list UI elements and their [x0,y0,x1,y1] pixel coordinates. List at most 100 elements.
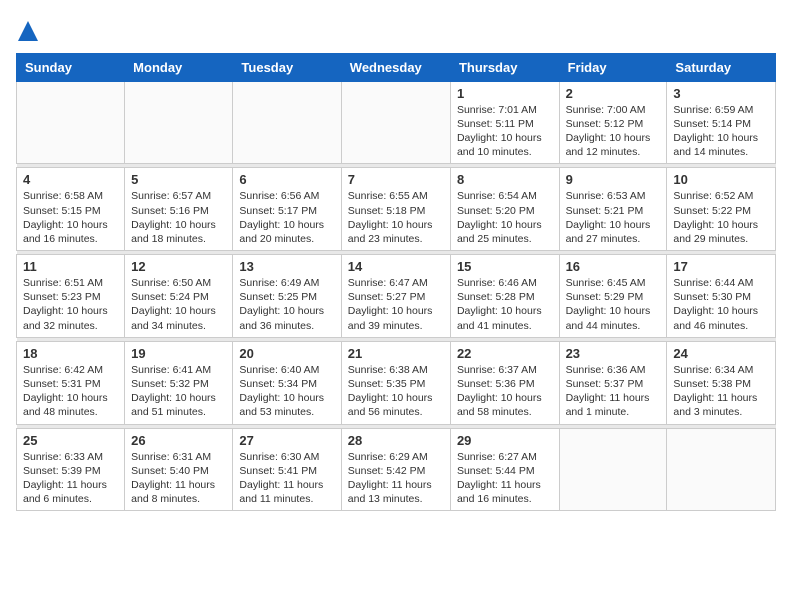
calendar-cell: 8 Sunrise: 6:54 AM Sunset: 5:20 PM Daylig… [450,168,559,251]
cell-info-text: Sunrise: 6:37 AM Sunset: 5:36 PM Dayligh… [457,363,553,420]
cell-info-text: Sunrise: 7:01 AM Sunset: 5:11 PM Dayligh… [457,103,553,160]
cell-day-number: 19 [131,346,226,361]
calendar-cell: 13Sunrise: 6:49 AM Sunset: 5:25 PM Dayli… [233,255,341,338]
cell-info-text: Sunrise: 6:27 AM Sunset: 5:44 PM Dayligh… [457,450,553,507]
cell-day-number: 7 [348,172,444,187]
calendar-cell: 26 Sunrise: 6:31 AM Sunset: 5:40 PM Dayli… [125,428,233,511]
cell-day-number: 4 [23,172,118,187]
cell-day-number: 5 [131,172,226,187]
day-header-sunday: Sunday [17,53,125,81]
cell-day-number: 24 [673,346,769,361]
calendar-cell: 6 Sunrise: 6:56 AM Sunset: 5:17 PM Daylig… [233,168,341,251]
calendar-cell: 7Sunrise: 6:55 AM Sunset: 5:18 PM Daylig… [341,168,450,251]
cell-info-text: Sunrise: 6:30 AM Sunset: 5:41 PM Dayligh… [239,450,334,507]
cell-day-number: 8 [457,172,553,187]
cell-day-number: 20 [239,346,334,361]
cell-day-number: 25 [23,433,118,448]
calendar-cell [667,428,776,511]
calendar-cell [233,81,341,164]
cell-info-text: Sunrise: 6:38 AM Sunset: 5:35 PM Dayligh… [348,363,444,420]
calendar-header-row: SundayMondayTuesdayWednesdayThursdayFrid… [17,53,776,81]
cell-day-number: 1 [457,86,553,101]
cell-day-number: 12 [131,259,226,274]
cell-day-number: 17 [673,259,769,274]
calendar-week-3: 11 Sunrise: 6:51 AM Sunset: 5:23 PM Dayli… [17,255,776,338]
cell-day-number: 3 [673,86,769,101]
calendar-cell: 15 Sunrise: 6:46 AM Sunset: 5:28 PM Dayli… [450,255,559,338]
cell-day-number: 29 [457,433,553,448]
day-header-wednesday: Wednesday [341,53,450,81]
cell-info-text: Sunrise: 6:52 AM Sunset: 5:22 PM Dayligh… [673,189,769,246]
cell-day-number: 15 [457,259,553,274]
cell-info-text: Sunrise: 6:41 AM Sunset: 5:32 PM Dayligh… [131,363,226,420]
calendar-cell: 3Sunrise: 6:59 AM Sunset: 5:14 PM Daylig… [667,81,776,164]
calendar-cell: 23 Sunrise: 6:36 AM Sunset: 5:37 PM Dayli… [559,341,667,424]
cell-info-text: Sunrise: 6:40 AM Sunset: 5:34 PM Dayligh… [239,363,334,420]
day-header-monday: Monday [125,53,233,81]
cell-info-text: Sunrise: 6:47 AM Sunset: 5:27 PM Dayligh… [348,276,444,333]
logo [16,16,38,41]
calendar-cell [559,428,667,511]
cell-day-number: 14 [348,259,444,274]
calendar-cell: 11 Sunrise: 6:51 AM Sunset: 5:23 PM Dayli… [17,255,125,338]
calendar-table: SundayMondayTuesdayWednesdayThursdayFrid… [16,53,776,511]
calendar-cell: 14 Sunrise: 6:47 AM Sunset: 5:27 PM Dayli… [341,255,450,338]
cell-day-number: 2 [566,86,661,101]
cell-info-text: Sunrise: 7:00 AM Sunset: 5:12 PM Dayligh… [566,103,661,160]
cell-day-number: 13 [239,259,334,274]
cell-info-text: Sunrise: 6:33 AM Sunset: 5:39 PM Dayligh… [23,450,118,507]
calendar-week-2: 4 Sunrise: 6:58 AM Sunset: 5:15 PM Daylig… [17,168,776,251]
cell-info-text: Sunrise: 6:36 AM Sunset: 5:37 PM Dayligh… [566,363,661,420]
cell-day-number: 16 [566,259,661,274]
calendar-cell: 28 Sunrise: 6:29 AM Sunset: 5:42 PM Dayli… [341,428,450,511]
cell-day-number: 21 [348,346,444,361]
calendar-cell: 22 Sunrise: 6:37 AM Sunset: 5:36 PM Dayli… [450,341,559,424]
logo-icon [18,21,38,41]
day-header-tuesday: Tuesday [233,53,341,81]
calendar-cell: 21 Sunrise: 6:38 AM Sunset: 5:35 PM Dayli… [341,341,450,424]
cell-info-text: Sunrise: 6:57 AM Sunset: 5:16 PM Dayligh… [131,189,226,246]
cell-day-number: 23 [566,346,661,361]
calendar-cell [17,81,125,164]
cell-info-text: Sunrise: 6:29 AM Sunset: 5:42 PM Dayligh… [348,450,444,507]
calendar-week-1: 1 Sunrise: 7:01 AM Sunset: 5:11 PM Daylig… [17,81,776,164]
cell-day-number: 26 [131,433,226,448]
calendar-cell: 4 Sunrise: 6:58 AM Sunset: 5:15 PM Daylig… [17,168,125,251]
cell-day-number: 9 [566,172,661,187]
cell-info-text: Sunrise: 6:54 AM Sunset: 5:20 PM Dayligh… [457,189,553,246]
cell-info-text: Sunrise: 6:51 AM Sunset: 5:23 PM Dayligh… [23,276,118,333]
cell-info-text: Sunrise: 6:58 AM Sunset: 5:15 PM Dayligh… [23,189,118,246]
cell-day-number: 22 [457,346,553,361]
cell-info-text: Sunrise: 6:44 AM Sunset: 5:30 PM Dayligh… [673,276,769,333]
calendar-week-4: 18Sunrise: 6:42 AM Sunset: 5:31 PM Dayli… [17,341,776,424]
calendar-cell: 9 Sunrise: 6:53 AM Sunset: 5:21 PM Daylig… [559,168,667,251]
calendar-cell [125,81,233,164]
cell-info-text: Sunrise: 6:56 AM Sunset: 5:17 PM Dayligh… [239,189,334,246]
calendar-cell: 16 Sunrise: 6:45 AM Sunset: 5:29 PM Dayli… [559,255,667,338]
cell-info-text: Sunrise: 6:53 AM Sunset: 5:21 PM Dayligh… [566,189,661,246]
calendar-cell: 20 Sunrise: 6:40 AM Sunset: 5:34 PM Dayli… [233,341,341,424]
cell-info-text: Sunrise: 6:45 AM Sunset: 5:29 PM Dayligh… [566,276,661,333]
calendar-cell: 24Sunrise: 6:34 AM Sunset: 5:38 PM Dayli… [667,341,776,424]
cell-day-number: 10 [673,172,769,187]
calendar-cell: 27 Sunrise: 6:30 AM Sunset: 5:41 PM Dayli… [233,428,341,511]
cell-info-text: Sunrise: 6:42 AM Sunset: 5:31 PM Dayligh… [23,363,118,420]
cell-day-number: 6 [239,172,334,187]
calendar-week-5: 25 Sunrise: 6:33 AM Sunset: 5:39 PM Dayli… [17,428,776,511]
calendar-cell [341,81,450,164]
page-header [16,16,776,41]
day-header-saturday: Saturday [667,53,776,81]
cell-info-text: Sunrise: 6:50 AM Sunset: 5:24 PM Dayligh… [131,276,226,333]
cell-day-number: 27 [239,433,334,448]
cell-info-text: Sunrise: 6:31 AM Sunset: 5:40 PM Dayligh… [131,450,226,507]
calendar-cell: 12 Sunrise: 6:50 AM Sunset: 5:24 PM Dayli… [125,255,233,338]
calendar-cell: 25 Sunrise: 6:33 AM Sunset: 5:39 PM Dayli… [17,428,125,511]
cell-day-number: 28 [348,433,444,448]
calendar-cell: 19 Sunrise: 6:41 AM Sunset: 5:32 PM Dayli… [125,341,233,424]
cell-day-number: 11 [23,259,118,274]
calendar-cell: 10 Sunrise: 6:52 AM Sunset: 5:22 PM Dayli… [667,168,776,251]
calendar-cell: 18Sunrise: 6:42 AM Sunset: 5:31 PM Dayli… [17,341,125,424]
calendar-cell: 17 Sunrise: 6:44 AM Sunset: 5:30 PM Dayli… [667,255,776,338]
cell-info-text: Sunrise: 6:46 AM Sunset: 5:28 PM Dayligh… [457,276,553,333]
day-header-thursday: Thursday [450,53,559,81]
